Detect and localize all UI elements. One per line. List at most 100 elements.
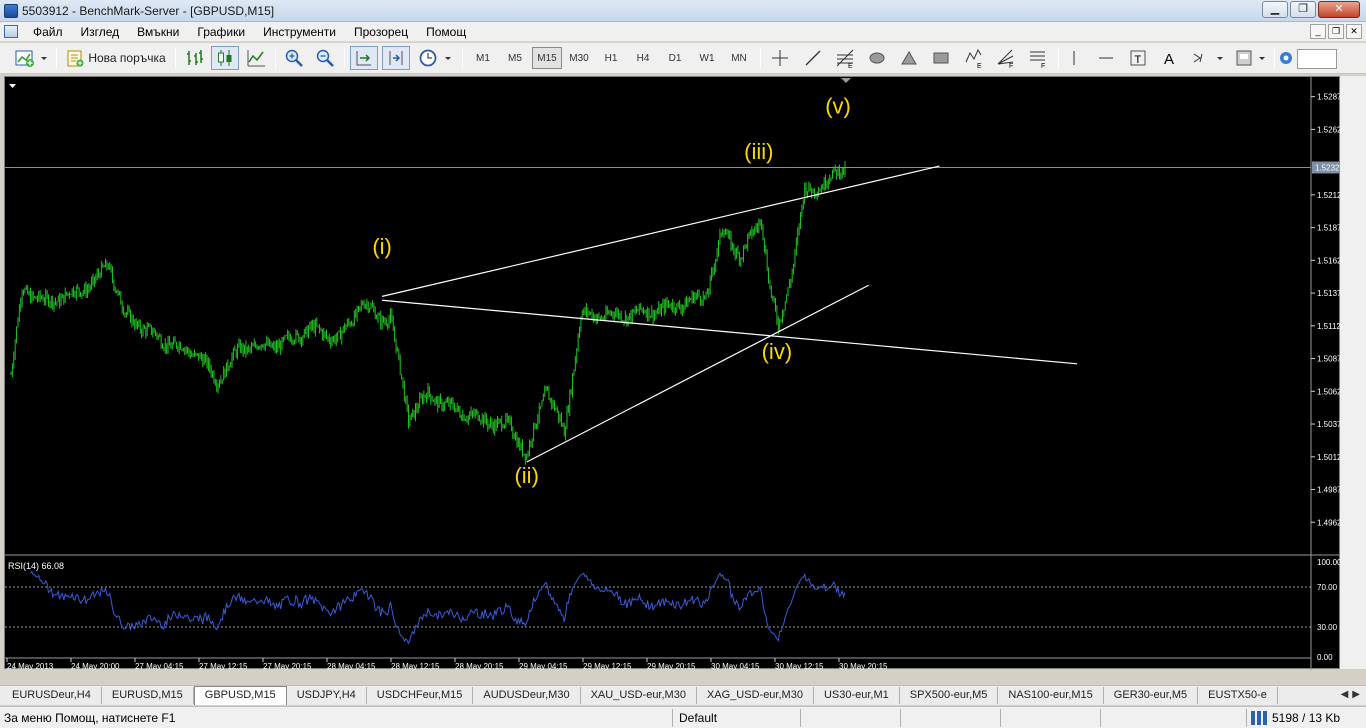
- price-tick-label: 1.50870: [1317, 355, 1341, 364]
- toolbar-separator: [462, 48, 463, 68]
- chart-shift-button[interactable]: [382, 46, 410, 70]
- rectangle-tool-button[interactable]: [928, 46, 954, 70]
- line-tool-button[interactable]: [800, 46, 826, 70]
- chart-tab[interactable]: SPX500-eur,M5: [900, 687, 999, 704]
- chart-restore-button[interactable]: ❐: [1328, 24, 1344, 39]
- toolbar-separator: [275, 48, 276, 68]
- settings-button[interactable]: [1276, 46, 1296, 70]
- gear-icon: [1280, 52, 1292, 64]
- chart-tab[interactable]: GBPUSD,M15: [193, 686, 287, 705]
- timeframe-w1-button[interactable]: W1: [692, 47, 722, 69]
- status-help-text: За меню Помощ, натиснете F1: [4, 711, 176, 725]
- line-chart-button[interactable]: [243, 46, 269, 70]
- toolbar-separator: [344, 48, 345, 68]
- bar-chart-button[interactable]: [181, 46, 207, 70]
- chart-tab[interactable]: XAG_USD-eur,M30: [697, 687, 814, 704]
- status-traffic: 5198 / 13 Kb: [1246, 709, 1340, 727]
- channel-tool-button[interactable]: F: [1024, 46, 1052, 70]
- status-divider: [1000, 709, 1001, 727]
- time-tick-label: 29 May 04:15: [519, 662, 568, 670]
- chart-tab[interactable]: EURUSD,M15: [102, 687, 194, 704]
- chart-shift-icon: [389, 51, 403, 65]
- menu-item[interactable]: Инструменти: [254, 25, 345, 39]
- wave-label: (iii): [744, 139, 773, 164]
- text-label-icon: A: [1164, 51, 1174, 68]
- menu-item[interactable]: Файл: [24, 25, 72, 39]
- horizontal-line-button[interactable]: [1094, 46, 1118, 70]
- timeframe-m1-button[interactable]: M1: [468, 47, 498, 69]
- zoom-in-button[interactable]: [281, 46, 307, 70]
- timeframe-h1-button[interactable]: H1: [596, 47, 626, 69]
- timeframe-h4-button[interactable]: H4: [628, 47, 658, 69]
- templates-button[interactable]: [1232, 46, 1270, 70]
- vertical-line-button[interactable]: [1062, 46, 1086, 70]
- chart-tabs-bar: EURUSDeur,H4 EURUSD,M15 GBPUSD,M15 USDJPY,H…: [0, 685, 1366, 705]
- chart-tab[interactable]: EURUSDeur,H4: [2, 687, 102, 704]
- menu-item[interactable]: Помощ: [417, 25, 475, 39]
- price-tick-label: 1.52870: [1317, 93, 1341, 102]
- price-tick-label: 1.49870: [1317, 486, 1341, 495]
- chart-tab[interactable]: US30-eur,M1: [814, 687, 900, 704]
- chart-window-icon[interactable]: [4, 25, 18, 38]
- triangle-tool-button[interactable]: [896, 46, 922, 70]
- zoom-out-button[interactable]: [312, 46, 338, 70]
- chart-tab[interactable]: USDJPY,H4: [287, 687, 367, 704]
- menu-item[interactable]: Прозорец: [345, 25, 417, 39]
- tab-scroll-right-icon[interactable]: ▶: [1352, 689, 1360, 700]
- window-edge: [1340, 76, 1366, 669]
- timeframe-d1-button[interactable]: D1: [660, 47, 690, 69]
- triangle-icon: [901, 51, 917, 65]
- price-tick-label: 1.52620: [1317, 125, 1341, 134]
- wave-label: (v): [825, 94, 851, 119]
- menu-item[interactable]: Изглед: [72, 25, 129, 39]
- toolbar-search-input[interactable]: [1297, 49, 1337, 69]
- tab-scroll-left-icon[interactable]: ◀: [1341, 689, 1349, 700]
- chart-tab[interactable]: XAU_USD-eur,M30: [581, 687, 697, 704]
- time-tick-label: 24 May 20:00: [71, 662, 120, 670]
- chart-tab[interactable]: GER30-eur,M5: [1104, 687, 1199, 704]
- auto-scroll-button[interactable]: [350, 46, 378, 70]
- timeframe-m5-button[interactable]: M5: [500, 47, 530, 69]
- crosshair-button[interactable]: [766, 46, 794, 70]
- new-order-button[interactable]: Нова поръчка: [62, 46, 170, 70]
- menu-item[interactable]: Вмъкни: [128, 25, 188, 39]
- chart-area[interactable]: 1.52870 1.52620 1.52120 1.51870 1.51620 1.513…: [4, 76, 1341, 670]
- ellipse-tool-button[interactable]: [864, 46, 890, 70]
- chart-close-button[interactable]: ✕: [1346, 24, 1362, 39]
- fibonacci-button[interactable]: E: [832, 46, 858, 70]
- close-button[interactable]: ✕: [1318, 1, 1360, 18]
- elliott-wave-button[interactable]: E: [960, 46, 988, 70]
- new-chart-button[interactable]: [12, 46, 50, 70]
- title-bar: 5503912 - BenchMark-Server - [GBPUSD,M15…: [0, 0, 1366, 22]
- time-tick-label: 27 May 12:15: [199, 662, 248, 670]
- window-title: 5503912 - BenchMark-Server - [GBPUSD,M15…: [22, 4, 275, 18]
- fan-tool-button[interactable]: F: [992, 46, 1020, 70]
- menu-item[interactable]: Графики: [188, 25, 254, 39]
- current-price-label: 1.52329: [1315, 163, 1341, 172]
- text-tool-button[interactable]: T: [1126, 46, 1150, 70]
- text-label-button[interactable]: A: [1158, 46, 1182, 70]
- minimize-button[interactable]: ▁: [1262, 1, 1288, 18]
- candlestick-chart-button[interactable]: [211, 46, 239, 70]
- price-tick-label: 1.51370: [1317, 289, 1341, 298]
- bar-chart-icon: [187, 50, 203, 65]
- chart-tab[interactable]: USDCHFeur,M15: [367, 687, 474, 704]
- svg-text:T: T: [1135, 54, 1142, 66]
- status-profile[interactable]: Default: [672, 709, 717, 727]
- rsi-panel: RSI(14) 66.08 100.00 70.00 30.00 0.00: [5, 558, 1341, 662]
- chart-minimize-button[interactable]: _: [1310, 24, 1326, 39]
- chart-tab[interactable]: EUSTX50-e: [1198, 687, 1278, 704]
- maximize-button[interactable]: ❐: [1290, 1, 1316, 18]
- main-price-panel: 1.52870 1.52620 1.52120 1.51870 1.51620 1.513…: [5, 77, 1341, 670]
- arrows-button[interactable]: [1188, 46, 1228, 70]
- chart-window-controls: _ ❐ ✕: [1310, 24, 1362, 39]
- timeframe-m15-button[interactable]: M15: [532, 47, 562, 69]
- svg-text:F: F: [1009, 63, 1013, 69]
- timeframe-m30-button[interactable]: M30: [564, 47, 594, 69]
- timeframe-mn-button[interactable]: MN: [724, 47, 754, 69]
- periods-button[interactable]: [416, 46, 454, 70]
- chart-tab[interactable]: AUDUSDeur,M30: [473, 687, 581, 704]
- chart-tab[interactable]: NAS100-eur,M15: [998, 687, 1104, 704]
- rectangle-icon: [933, 52, 949, 64]
- price-chart: 1.52870 1.52620 1.52120 1.51870 1.51620 1.513…: [5, 77, 1341, 670]
